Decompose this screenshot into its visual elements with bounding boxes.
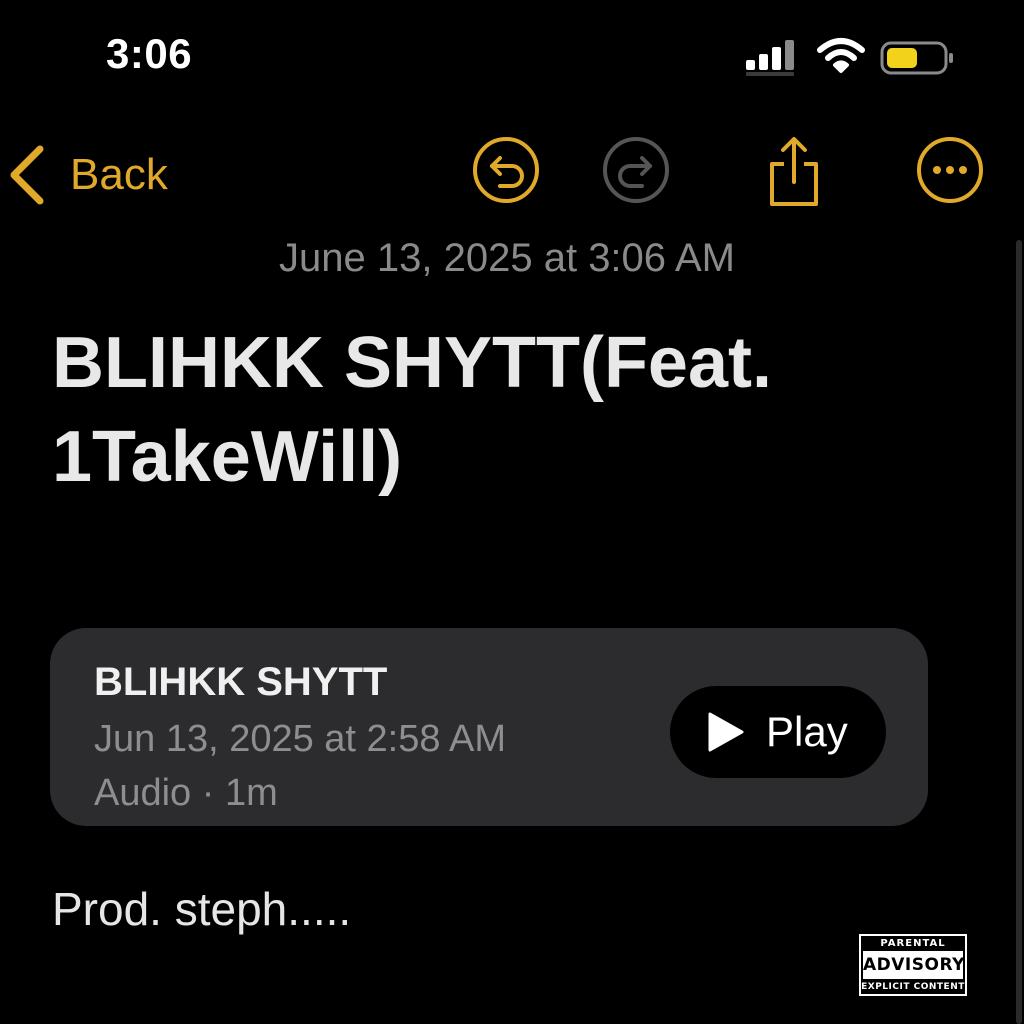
note-title[interactable]: BLIHKK SHYTT(Feat. 1TakeWill): [52, 316, 952, 504]
play-button[interactable]: Play: [670, 686, 886, 778]
redo-icon[interactable]: [600, 134, 672, 206]
advisory-middle-text: ADVISORY: [863, 951, 964, 979]
advisory-top-text: PARENTAL: [880, 938, 946, 949]
audio-attachment-card[interactable]: BLIHKK SHYTT Jun 13, 2025 at 2:58 AM Aud…: [50, 628, 928, 826]
nav-bar: Back: [0, 130, 1024, 220]
advisory-bottom-text: EXPLICIT CONTENT: [861, 982, 965, 992]
undo-icon[interactable]: [470, 134, 542, 206]
status-time: 3:06: [106, 30, 193, 77]
play-icon: [708, 712, 744, 752]
parental-advisory-logo: PARENTAL ADVISORY EXPLICIT CONTENT: [859, 934, 967, 996]
play-label: Play: [766, 708, 848, 755]
note-body[interactable]: Prod. steph.....: [52, 882, 351, 936]
audio-meta: Audio · 1m: [94, 772, 278, 814]
chevron-left-icon: [10, 145, 44, 205]
status-icons: [744, 36, 964, 80]
share-icon[interactable]: [758, 134, 830, 206]
battery-low-icon: [880, 41, 953, 75]
back-label: Back: [70, 150, 168, 199]
cellular-signal-icon: [746, 40, 794, 76]
scroll-bar[interactable]: [1016, 240, 1022, 1024]
wifi-icon: [817, 38, 865, 73]
audio-title: BLIHKK SHYTT: [94, 660, 388, 704]
back-button[interactable]: Back: [6, 140, 168, 210]
audio-date: Jun 13, 2025 at 2:58 AM: [94, 718, 506, 760]
more-icon[interactable]: [914, 134, 986, 206]
note-date: June 13, 2025 at 3:06 AM: [279, 236, 735, 280]
